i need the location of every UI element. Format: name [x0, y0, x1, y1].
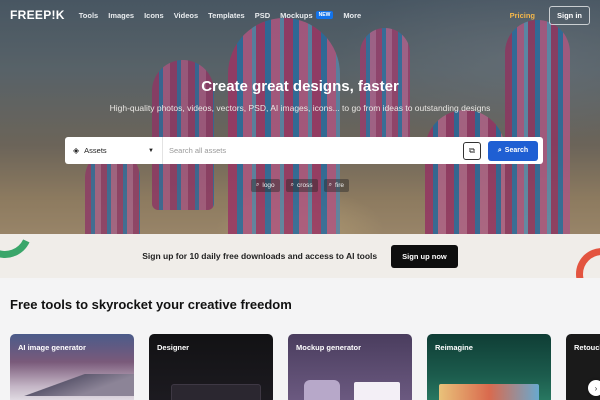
suggestion-chip[interactable]: ⌕ logo	[251, 179, 280, 192]
search-button[interactable]: ⌕ Search	[488, 140, 538, 161]
suggestion-label: logo	[262, 182, 275, 189]
tool-card-ai-image-generator[interactable]: AI image generator	[10, 334, 134, 400]
nav-link-icons[interactable]: Icons	[144, 11, 164, 20]
card-illustration	[439, 384, 539, 400]
new-badge: NEW	[315, 11, 334, 19]
tool-card-label: Reimagine	[435, 343, 473, 352]
chevron-right-icon: ›	[594, 383, 598, 393]
search-icon: ⌕	[256, 182, 260, 188]
asset-type-label: Assets	[84, 146, 107, 155]
asset-type-select[interactable]: ◈ Assets ▼	[65, 137, 163, 164]
suggestion-chip[interactable]: ⌕ fire	[323, 179, 349, 192]
search-input[interactable]	[163, 146, 463, 155]
image-search-icon: ⧉	[469, 145, 475, 155]
pricing-link[interactable]: Pricing	[510, 11, 535, 20]
tools-carousel: AI image generator Designer Mockup gener…	[10, 334, 600, 400]
nav-link-images[interactable]: Images	[108, 11, 134, 20]
nav-link-mockups-label: Mockups	[280, 10, 313, 20]
suggestion-label: cross	[297, 182, 313, 189]
image-search-button[interactable]: ⧉	[463, 141, 481, 160]
hero-banner	[0, 0, 600, 234]
diamond-icon: ◈	[73, 146, 80, 155]
tool-card-reimagine[interactable]: Reimagine	[427, 334, 551, 400]
search-bar: ◈ Assets ▼ ⧉ ⌕ Search	[65, 137, 543, 164]
tool-card-label: AI image generator	[18, 343, 86, 352]
tools-section-title: Free tools to skyrocket your creative fr…	[10, 297, 292, 312]
decorative-ring	[0, 234, 40, 266]
nav-link-tools[interactable]: Tools	[79, 11, 98, 20]
nav-link-videos[interactable]: Videos	[174, 11, 198, 20]
freepik-logo[interactable]: FREEP!K	[10, 8, 65, 22]
chevron-down-icon: ▼	[148, 147, 154, 154]
nav-right: Pricing Sign in	[510, 5, 590, 25]
tool-card-label: Mockup generator	[296, 343, 362, 352]
nav-link-templates[interactable]: Templates	[208, 11, 245, 20]
carousel-next-button[interactable]: ›	[588, 380, 600, 396]
suggestion-chip[interactable]: ⌕ cross	[285, 179, 318, 192]
tool-card-designer[interactable]: Designer	[149, 334, 273, 400]
hero-title: Create great designs, faster	[201, 78, 399, 95]
search-button-label: Search	[504, 147, 529, 154]
nav-link-more[interactable]: More	[343, 11, 361, 20]
search-icon: ⌕	[328, 182, 332, 188]
tool-card-label: Designer	[157, 343, 190, 352]
decorative-ring	[576, 248, 600, 278]
sign-up-button[interactable]: Sign up now	[391, 244, 458, 268]
card-illustration	[354, 382, 400, 400]
nav-link-mockups[interactable]: Mockups NEW	[280, 10, 334, 20]
search-icon: ⌕	[290, 182, 295, 188]
card-illustration	[10, 374, 134, 396]
suggestion-label: fire	[334, 182, 344, 189]
card-illustration	[171, 384, 261, 400]
top-nav: FREEP!K Tools Images Icons Videos Templa…	[0, 0, 600, 30]
card-illustration	[304, 380, 340, 400]
tool-card-label: Retouch	[574, 343, 600, 352]
promo-text: Sign up for 10 daily free downloads and …	[142, 251, 378, 261]
search-suggestions: ⌕ logo ⌕ cross ⌕ fire	[0, 179, 600, 192]
search-icon: ⌕	[497, 146, 502, 154]
sign-in-button[interactable]: Sign in	[549, 5, 590, 25]
tool-card-mockup-generator[interactable]: Mockup generator	[288, 334, 412, 400]
nav-link-psd[interactable]: PSD	[255, 11, 270, 20]
hero-overlay	[0, 0, 600, 234]
signup-promo: Sign up for 10 daily free downloads and …	[0, 234, 600, 278]
hero-subtitle: High-quality photos, videos, vectors, PS…	[109, 103, 491, 113]
